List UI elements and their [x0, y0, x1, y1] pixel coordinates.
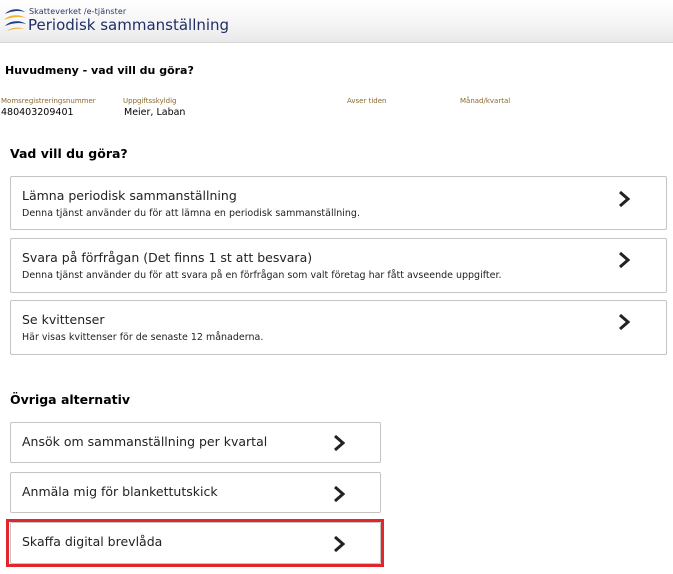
- answer-request-option[interactable]: Svara på förfrågan (Det finns 1 st att b…: [10, 238, 667, 293]
- option-title: Skaffa digital brevlåda: [22, 534, 163, 549]
- digital-mailbox-option[interactable]: Skaffa digital brevlåda: [10, 522, 381, 564]
- option-title: Anmäla mig för blankettutskick: [22, 484, 218, 499]
- option-title: Svara på förfrågan (Det finns 1 st att b…: [22, 250, 313, 265]
- option-description: Här visas kvittenser för de senaste 12 m…: [22, 332, 264, 343]
- agency-name: Skatteverket /e-tjänster: [29, 7, 127, 16]
- app-title: Periodisk sammanställning: [28, 16, 230, 34]
- receipts-option[interactable]: Se kvittenser Här visas kvittenser för d…: [10, 300, 667, 355]
- vat-number-label: Momsregistreringsnummer: [1, 97, 96, 105]
- vat-number-value: 480403209401: [1, 107, 74, 118]
- chevron-right-icon: [619, 251, 630, 269]
- option-title: Se kvittenser: [22, 312, 105, 327]
- page-title: Huvudmeny - vad vill du göra?: [5, 64, 194, 77]
- other-section-heading: Övriga alternativ: [10, 392, 131, 407]
- app-header: Skatteverket /e-tjänster Periodisk samma…: [0, 0, 673, 43]
- option-description: Denna tjänst använder du för att svara p…: [22, 270, 502, 281]
- chevron-right-icon: [334, 434, 345, 452]
- chevron-right-icon: [619, 313, 630, 331]
- taxpayer-value: Meier, Laban: [124, 107, 186, 118]
- month-quarter-label: Månad/kvartal: [460, 97, 511, 105]
- taxpayer-label: Uppgiftsskyldig: [123, 97, 177, 105]
- option-title: Lämna periodisk sammanställning: [22, 188, 237, 203]
- skatteverket-logo-icon: [4, 9, 26, 31]
- option-title: Ansök om sammanställning per kvartal: [22, 434, 268, 449]
- main-section-heading: Vad vill du göra?: [10, 146, 128, 161]
- chevron-right-icon: [334, 535, 345, 553]
- period-label: Avser tiden: [347, 97, 387, 105]
- option-description: Denna tjänst använder du för att lämna e…: [22, 208, 360, 219]
- quarterly-summary-option[interactable]: Ansök om sammanställning per kvartal: [10, 422, 381, 463]
- chevron-right-icon: [334, 485, 345, 503]
- submit-summary-option[interactable]: Lämna periodisk sammanställning Denna tj…: [10, 176, 667, 230]
- form-mailing-option[interactable]: Anmäla mig för blankettutskick: [10, 472, 381, 513]
- chevron-right-icon: [619, 190, 630, 208]
